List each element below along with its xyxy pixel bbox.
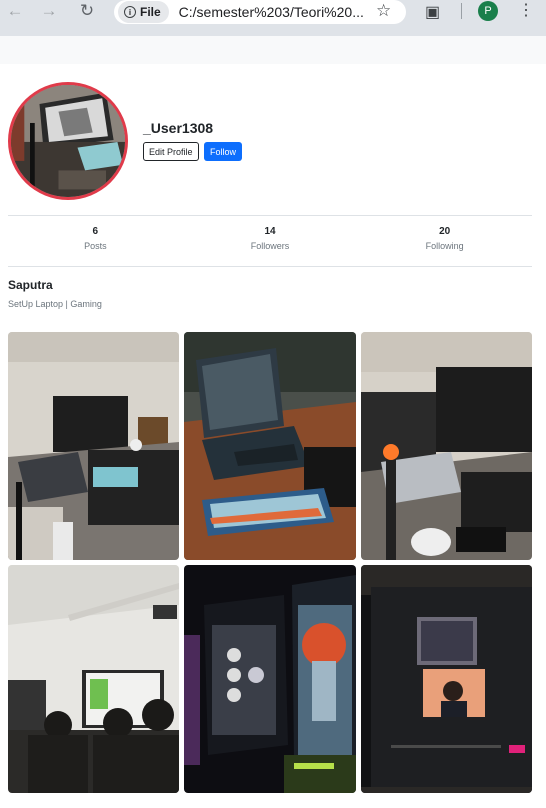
laptop-keyboard-photo-icon bbox=[184, 332, 356, 560]
stat-value: 20 bbox=[439, 226, 451, 237]
stat-following[interactable]: 20 Following bbox=[357, 226, 532, 260]
browser-toolbar: ← → ↻ i File C:/semester%203/Teori%20...… bbox=[0, 0, 546, 36]
address-bar[interactable]: i File C:/semester%203/Teori%20... bbox=[114, 0, 406, 24]
stat-label: Followers bbox=[250, 241, 290, 251]
stat-posts[interactable]: 6 Posts bbox=[8, 226, 183, 260]
monitor-screen-photo-icon bbox=[361, 565, 532, 793]
divider-bottom bbox=[8, 266, 532, 267]
post-thumbnail[interactable] bbox=[8, 565, 179, 793]
stat-value: 14 bbox=[264, 226, 276, 237]
scheme-label: File bbox=[140, 5, 161, 19]
post-thumbnail[interactable] bbox=[184, 332, 356, 560]
avatar-photo bbox=[11, 85, 125, 197]
post-thumbnail[interactable] bbox=[361, 565, 532, 793]
divider-top bbox=[8, 215, 532, 216]
profile-bio: SetUp Laptop | Gaming bbox=[8, 299, 102, 309]
more-menu-icon[interactable]: ⋮ bbox=[518, 0, 534, 20]
bookmark-star-icon[interactable]: ☆ bbox=[376, 1, 391, 21]
edit-profile-button[interactable]: Edit Profile bbox=[143, 142, 199, 161]
site-info-chip[interactable]: i File bbox=[118, 1, 169, 23]
post-thumbnail[interactable] bbox=[8, 332, 179, 560]
profile-username: _User1308 bbox=[143, 120, 214, 136]
stat-label: Posts bbox=[84, 241, 107, 251]
laptop-desk-photo-icon bbox=[8, 332, 179, 560]
profile-stats: 6 Posts 14 Followers 20 Following bbox=[8, 226, 532, 260]
classroom-photo-icon bbox=[8, 565, 179, 793]
browser-profile-avatar[interactable]: P bbox=[478, 1, 498, 21]
stat-followers[interactable]: 14 Followers bbox=[183, 226, 358, 260]
follow-button[interactable]: Follow bbox=[204, 142, 243, 161]
stat-label: Following bbox=[425, 241, 464, 251]
url-text: C:/semester%203/Teori%20... bbox=[178, 4, 364, 20]
gaming-pc-photo-icon bbox=[184, 565, 356, 793]
back-arrow-icon[interactable]: ← bbox=[2, 0, 28, 24]
post-thumbnail[interactable] bbox=[184, 565, 356, 793]
reload-icon[interactable]: ↻ bbox=[74, 0, 100, 24]
forward-arrow-icon[interactable]: → bbox=[36, 0, 62, 24]
stat-value: 6 bbox=[92, 226, 99, 237]
toolbar-divider bbox=[461, 3, 462, 19]
info-icon: i bbox=[124, 6, 136, 18]
extensions-puzzle-icon[interactable]: ▣ bbox=[425, 2, 440, 22]
profile-display-name: Saputra bbox=[8, 278, 53, 292]
page-top-strip bbox=[0, 36, 546, 64]
post-thumbnail[interactable] bbox=[361, 332, 532, 560]
profile-avatar[interactable] bbox=[8, 82, 128, 200]
desk-setup-photo-icon bbox=[361, 332, 532, 560]
post-grid bbox=[8, 332, 532, 793]
